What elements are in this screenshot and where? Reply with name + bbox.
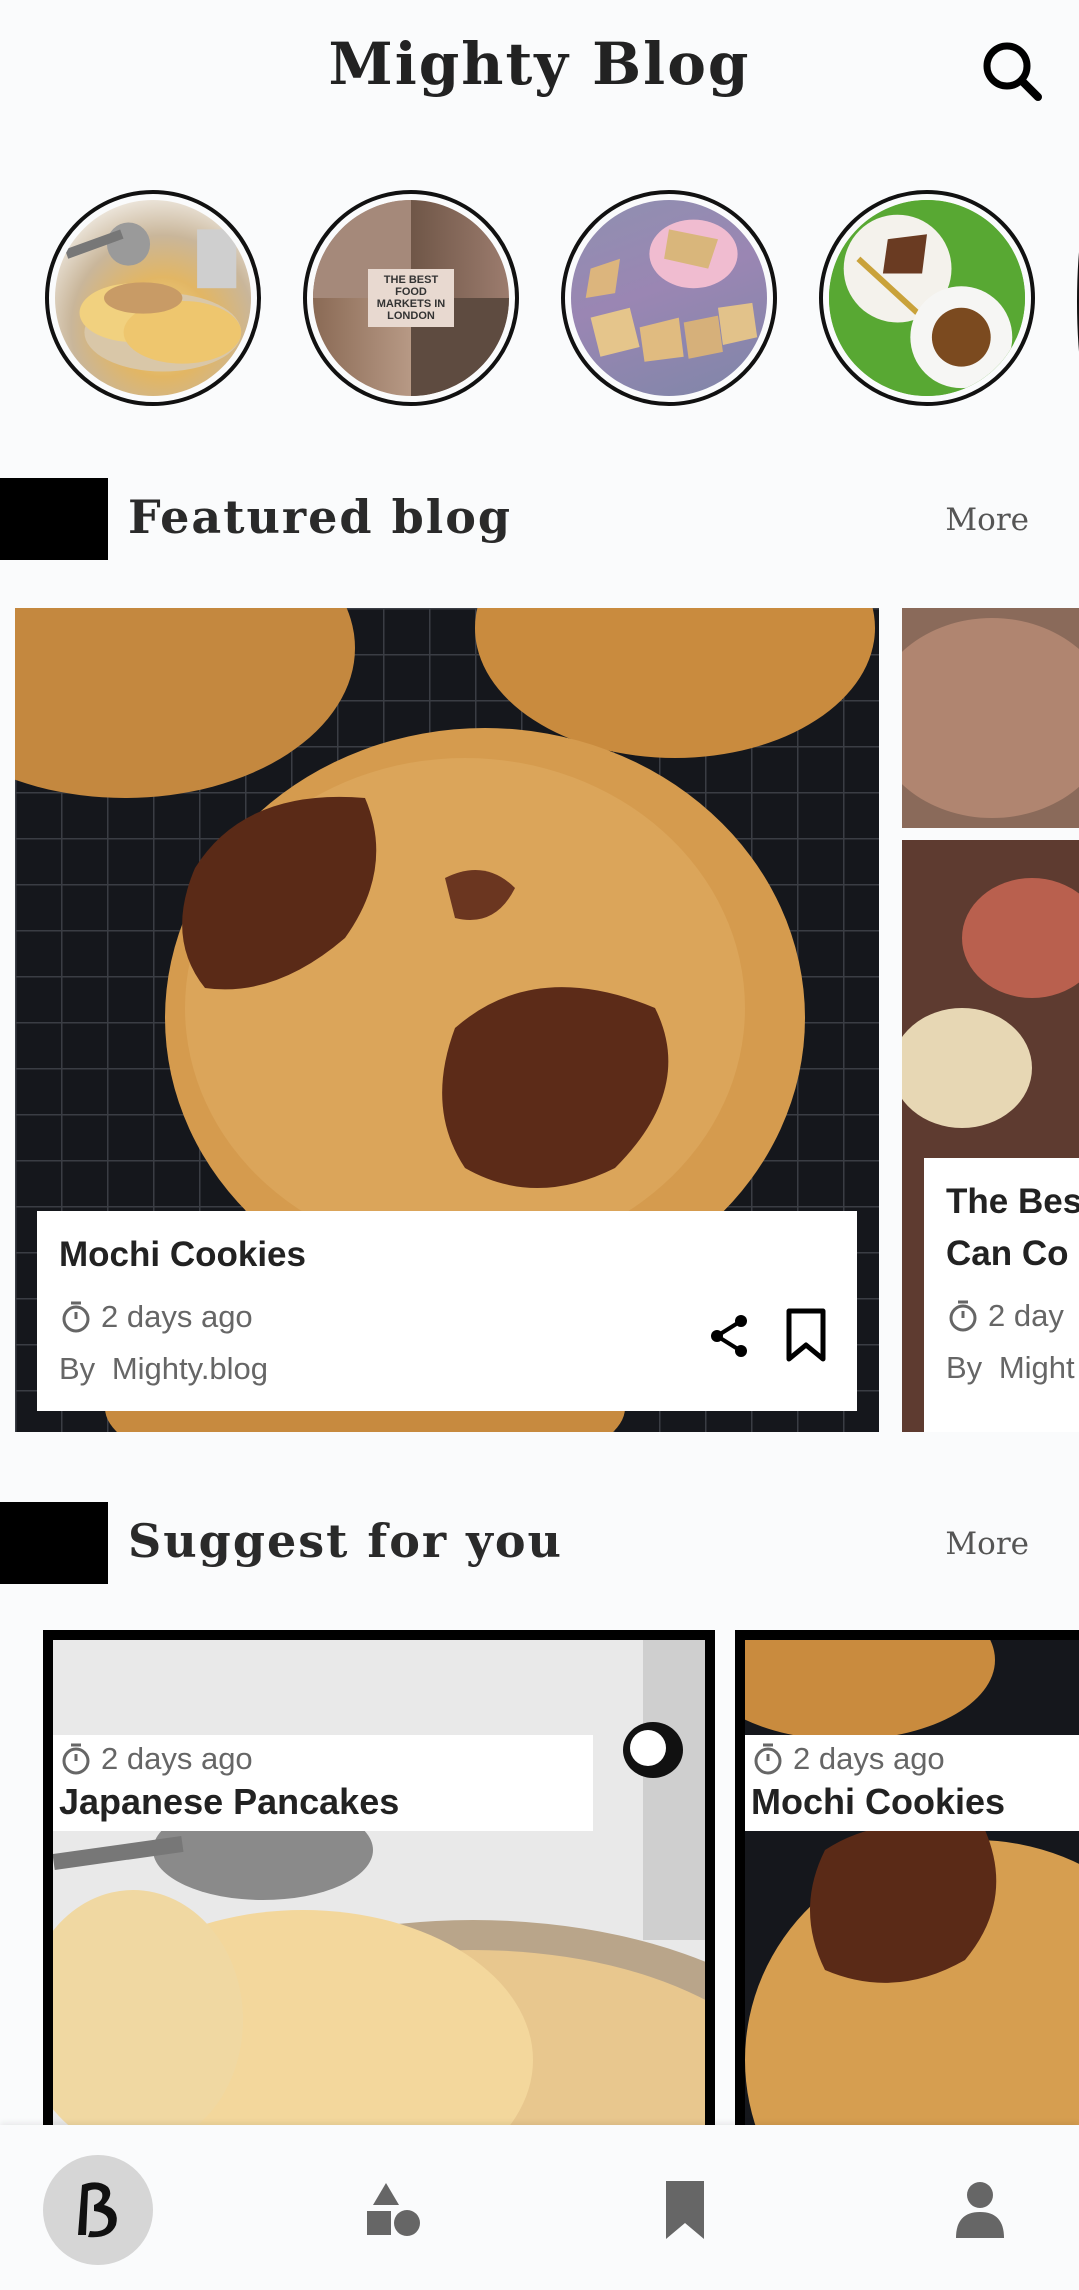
suggest-card-time: 2 days ago xyxy=(751,1741,1079,1777)
suggest-card-image xyxy=(53,1640,705,2180)
featured-card-author: Mighty.blog xyxy=(111,1351,269,1386)
bottom-navigation xyxy=(0,2125,1079,2290)
nav-home[interactable] xyxy=(43,2155,153,2265)
featured-card-partial[interactable]: The Bes Can Co 2 day By Might xyxy=(902,608,1079,1432)
bookmark-icon xyxy=(666,2181,704,2239)
timer-icon xyxy=(62,1743,90,1775)
story-overlay-text: THE BEST FOOD MARKETS IN LONDON xyxy=(367,268,455,328)
suggest-card-time-text: 2 days ago xyxy=(101,1741,253,1776)
story-image xyxy=(571,200,767,396)
story-image xyxy=(55,200,251,396)
featured-info-box: Mochi Cookies 2 days ago By Mighty.blog xyxy=(37,1211,857,1411)
share-icon xyxy=(711,1315,747,1357)
share-button[interactable] xyxy=(705,1311,755,1361)
suggest-section-title: Suggest for you xyxy=(128,1514,563,1568)
timer-icon xyxy=(754,1743,782,1775)
suggest-card-japanese-pancakes[interactable]: 2 days ago Japanese Pancakes xyxy=(43,1630,715,2190)
featured-partial-info-box: The Bes Can Co 2 day By Might xyxy=(924,1158,1079,1432)
featured-partial-author: Might xyxy=(998,1350,1075,1385)
featured-more-link[interactable]: More xyxy=(945,502,1029,538)
story-food-markets[interactable]: THE BEST FOOD MARKETS IN LONDON xyxy=(303,190,519,406)
featured-card-mochi-cookies[interactable]: Mochi Cookies 2 days ago By Mighty.blog xyxy=(15,608,879,1432)
blog-logo-icon xyxy=(78,2182,117,2238)
featured-partial-by: By xyxy=(946,1350,983,1385)
featured-partial-author-line: By Might xyxy=(946,1350,1075,1386)
nav-profile[interactable] xyxy=(925,2155,1035,2265)
nav-bookmarks[interactable] xyxy=(630,2155,740,2265)
suggest-card-image xyxy=(745,1640,1079,2180)
featured-partial-title-2: Can Co xyxy=(946,1234,1069,1273)
suggest-card-label: 2 days ago Japanese Pancakes xyxy=(53,1735,593,1831)
suggest-card-mochi-cookies[interactable]: 2 days ago Mochi Cookies xyxy=(735,1630,1079,2190)
story-image: THE BEST FOOD MARKETS IN LONDON xyxy=(313,200,509,396)
featured-section-marker xyxy=(0,478,108,560)
featured-card-by: By xyxy=(59,1351,96,1386)
profile-icon xyxy=(956,2182,1004,2238)
suggest-card-title: Japanese Pancakes xyxy=(59,1781,400,1822)
suggest-card-label: 2 days ago Mochi Cookies xyxy=(745,1735,1079,1831)
story-image xyxy=(829,200,1025,396)
timer-icon xyxy=(949,1300,977,1332)
bookmark-outline-icon xyxy=(786,1308,826,1362)
featured-card-time-text: 2 days ago xyxy=(101,1299,253,1334)
nav-categories[interactable] xyxy=(338,2155,448,2265)
featured-section-title: Featured blog xyxy=(128,490,513,544)
featured-card-time: 2 days ago xyxy=(59,1299,253,1335)
story-cake-slices[interactable] xyxy=(561,190,777,406)
app-title: Mighty Blog xyxy=(328,30,751,98)
search-button[interactable] xyxy=(978,36,1048,106)
featured-card-title: Mochi Cookies xyxy=(59,1235,306,1274)
featured-partial-time: 2 day xyxy=(946,1298,1064,1334)
categories-icon xyxy=(367,2183,420,2236)
bookmark-button[interactable] xyxy=(781,1307,831,1363)
suggest-card-time: 2 days ago xyxy=(59,1741,587,1777)
timer-icon xyxy=(62,1301,90,1333)
suggest-more-link[interactable]: More xyxy=(945,1526,1029,1562)
story-pancakes[interactable] xyxy=(45,190,261,406)
featured-card-author-line: By Mighty.blog xyxy=(59,1351,268,1387)
suggest-section-marker xyxy=(0,1502,108,1584)
search-icon xyxy=(983,42,1042,101)
story-brownie-tea[interactable] xyxy=(819,190,1035,406)
featured-partial-title-1: The Bes xyxy=(946,1182,1079,1221)
suggest-card-title: Mochi Cookies xyxy=(751,1781,1006,1822)
featured-partial-time-text: 2 day xyxy=(988,1298,1064,1333)
suggest-card-time-text: 2 days ago xyxy=(793,1741,945,1776)
